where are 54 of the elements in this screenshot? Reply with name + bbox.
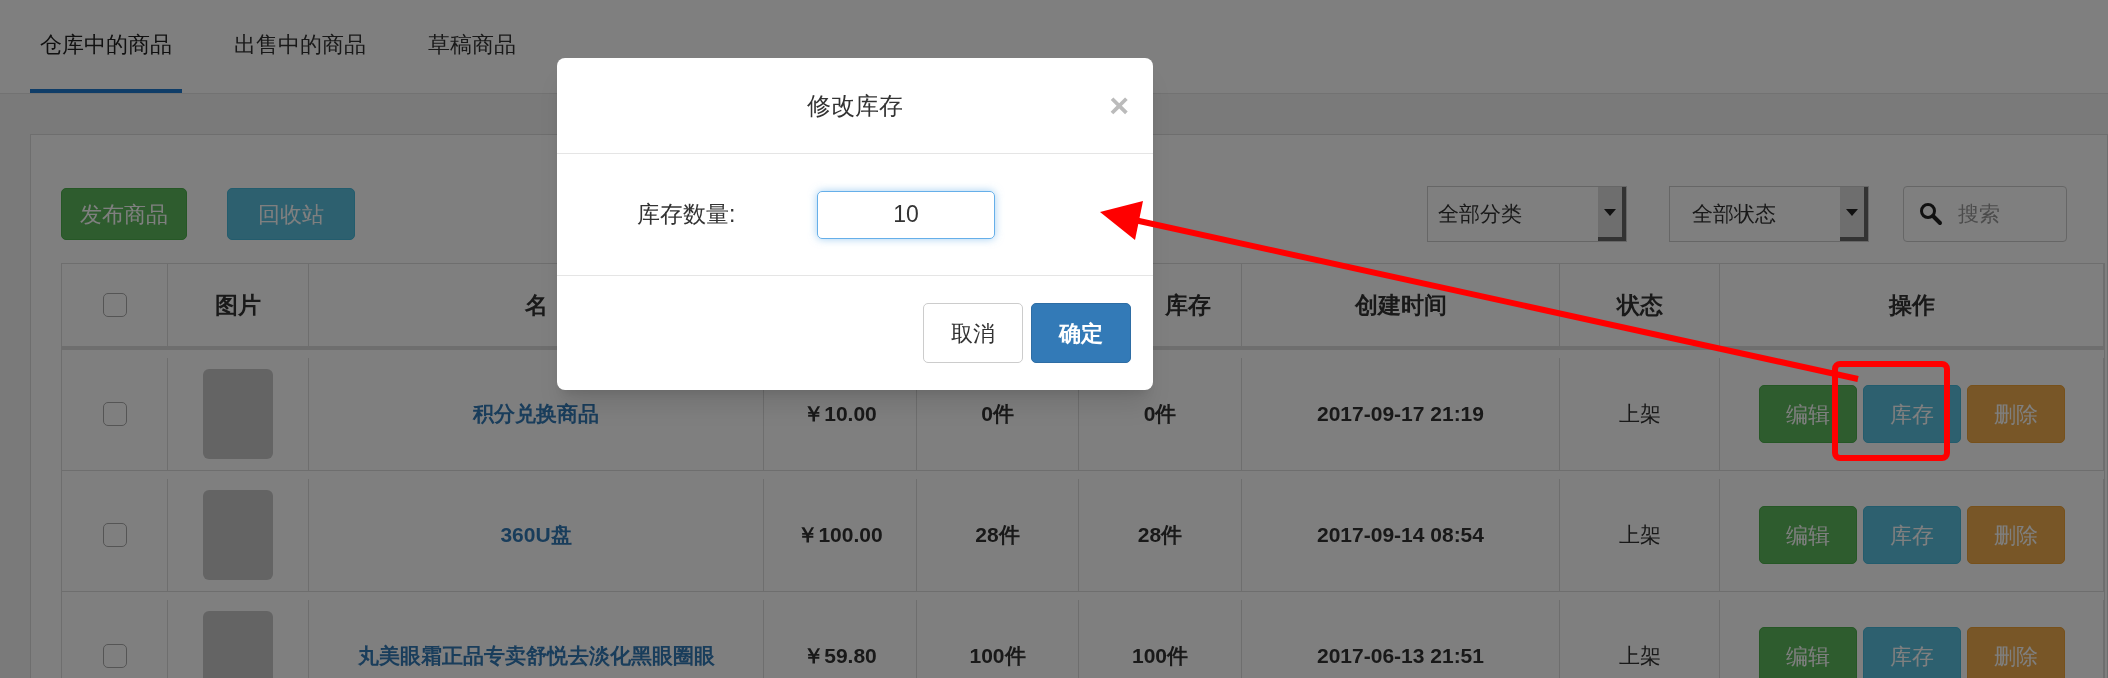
stock-button[interactable]: 库存 — [1862, 627, 1961, 678]
close-button[interactable]: × — [1109, 88, 1129, 122]
search-icon — [1919, 202, 1943, 226]
column-header: 库存 — [1165, 290, 1211, 320]
tab[interactable]: 草稿商品 — [418, 0, 526, 93]
stock-text: 100件 — [1131, 643, 1188, 670]
caret-icon — [1840, 187, 1868, 241]
price-text: ￥59.80 — [803, 643, 877, 670]
status-text: 上架 — [1618, 401, 1661, 428]
column-header: 图片 — [215, 290, 261, 320]
column-header: 创建时间 — [1354, 290, 1447, 320]
date-text: 2017-06-13 21:51 — [1317, 643, 1484, 670]
field-label: 库存数量: — [637, 200, 737, 230]
column-header: 名 — [524, 290, 548, 320]
price-text: ￥10.00 — [803, 401, 877, 428]
tab[interactable]: 仓库中的商品 — [30, 0, 182, 93]
date-text: 2017-09-17 21:19 — [1317, 401, 1484, 428]
checkbox[interactable] — [102, 644, 127, 668]
delete-button[interactable]: 删除 — [1966, 627, 2065, 678]
stock-text: 0件 — [981, 401, 1014, 428]
product-name-link[interactable]: 丸美眼霜正品专卖舒悦去淡化黑眼圈眼 — [357, 640, 715, 672]
column-header: 状态 — [1616, 290, 1663, 320]
recycle-bin-button[interactable]: 回收站 — [227, 188, 355, 240]
column-header: 操作 — [1888, 290, 1935, 320]
confirm-button[interactable]: 确定 — [1031, 303, 1131, 363]
stock-text: 100件 — [969, 643, 1026, 670]
delete-button[interactable]: 删除 — [1966, 385, 2065, 443]
product-name-link[interactable]: 积分兑换商品 — [473, 398, 599, 430]
price-text: ￥100.00 — [797, 522, 883, 549]
checkbox[interactable] — [102, 293, 127, 317]
stock-text: 28件 — [975, 522, 1020, 549]
stock-text: 28件 — [1137, 522, 1183, 549]
stock-button[interactable]: 库存 — [1862, 506, 1961, 564]
checkbox[interactable] — [102, 523, 127, 547]
status-select[interactable]: 全部状态 — [1669, 186, 1869, 242]
status-text: 上架 — [1618, 643, 1661, 670]
stock-input[interactable]: 10 — [817, 190, 995, 239]
checkbox[interactable] — [102, 402, 127, 426]
edit-button[interactable]: 编辑 — [1758, 627, 1857, 678]
product-name-link[interactable]: 360U盘 — [500, 519, 572, 551]
modal-title: 修改库存 — [807, 90, 903, 121]
category-select[interactable]: 全部分类 — [1427, 186, 1627, 242]
edit-button[interactable]: 编辑 — [1758, 506, 1857, 564]
caret-icon — [1598, 187, 1626, 241]
publish-button[interactable]: 发布商品 — [61, 188, 187, 240]
cancel-button[interactable]: 取消 — [923, 303, 1023, 363]
delete-button[interactable]: 删除 — [1966, 506, 2065, 564]
date-text: 2017-09-14 08:54 — [1317, 522, 1484, 549]
tab[interactable]: 出售中的商品 — [224, 0, 376, 93]
photo-placeholder — [203, 611, 273, 678]
edit-button[interactable]: 编辑 — [1758, 385, 1857, 443]
stock-text: 0件 — [1143, 401, 1177, 428]
status-text: 上架 — [1618, 522, 1661, 549]
stock-button[interactable]: 库存 — [1862, 385, 1961, 443]
